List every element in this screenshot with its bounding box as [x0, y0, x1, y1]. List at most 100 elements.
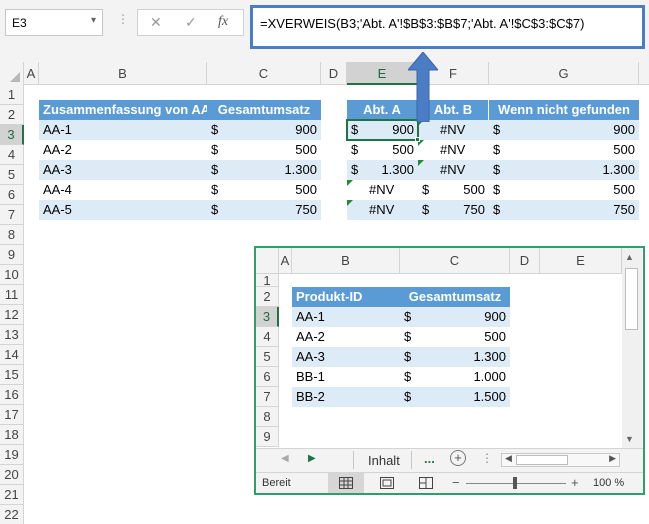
- page-break-icon[interactable]: [419, 477, 433, 492]
- vertical-scrollbar[interactable]: ▲ ▼: [622, 248, 642, 448]
- summary-id-cell[interactable]: AA-1: [39, 120, 207, 140]
- lookup-b-cell[interactable]: #NV: [418, 160, 489, 180]
- scroll-up-icon[interactable]: ▲: [625, 252, 634, 262]
- summary-header-id[interactable]: Zusammenfassung von AA: [39, 100, 207, 120]
- row-header-14[interactable]: 14: [0, 345, 24, 365]
- summary-total-cell[interactable]: $ 750: [207, 200, 321, 220]
- window-column-b[interactable]: B: [292, 248, 400, 274]
- lookup-fallback-cell[interactable]: $ 500: [489, 180, 639, 200]
- row-header-8[interactable]: 8: [0, 225, 24, 245]
- row-header-21[interactable]: 21: [0, 485, 24, 505]
- normal-view-icon[interactable]: [328, 473, 364, 493]
- summary-total-cell[interactable]: $ 900: [207, 120, 321, 140]
- zoom-slider-thumb[interactable]: [513, 477, 517, 489]
- zoom-level[interactable]: 100 %: [593, 477, 624, 489]
- summary-total-cell[interactable]: $ 500: [207, 140, 321, 160]
- row-header-17[interactable]: 17: [0, 405, 24, 425]
- prev-sheet-icon[interactable]: ◀: [281, 453, 289, 464]
- row-header-13[interactable]: 13: [0, 325, 24, 345]
- summary-id-cell[interactable]: AA-3: [39, 160, 207, 180]
- window-row-header-3[interactable]: 3: [256, 307, 279, 327]
- row-header-1[interactable]: 1: [0, 85, 24, 105]
- window-id-cell[interactable]: AA-3: [292, 347, 400, 367]
- column-header-a[interactable]: A: [24, 62, 39, 85]
- sheet-tab-inhalt[interactable]: Inhalt: [368, 453, 400, 468]
- summary-id-cell[interactable]: AA-2: [39, 140, 207, 160]
- scroll-left-icon[interactable]: ◀: [505, 453, 512, 464]
- column-header-g[interactable]: G: [489, 62, 639, 85]
- horizontal-scrollbar[interactable]: ◀ ▶: [501, 453, 620, 467]
- vertical-scroll-thumb[interactable]: [625, 268, 638, 330]
- row-header-6[interactable]: 6: [0, 185, 24, 205]
- more-sheets-button[interactable]: ...: [424, 451, 435, 466]
- fx-icon[interactable]: fx: [218, 14, 228, 30]
- window-row-header-8[interactable]: 8: [256, 407, 279, 427]
- window-row-header-5[interactable]: 5: [256, 347, 279, 367]
- column-header-d[interactable]: D: [321, 62, 347, 85]
- window-column-a[interactable]: A: [279, 248, 292, 274]
- window-id-cell[interactable]: BB-2: [292, 387, 400, 407]
- lookup-fallback-cell[interactable]: $ 750: [489, 200, 639, 220]
- row-header-7[interactable]: 7: [0, 205, 24, 225]
- lookup-a-cell[interactable]: #NV: [347, 180, 418, 200]
- horizontal-scroll-thumb[interactable]: [516, 455, 568, 465]
- summary-total-cell[interactable]: $ 1.300: [207, 160, 321, 180]
- zoom-out-button[interactable]: −: [452, 475, 460, 490]
- row-header-16[interactable]: 16: [0, 385, 24, 405]
- error-indicator-icon[interactable]: [418, 160, 424, 166]
- row-header-4[interactable]: 4: [0, 145, 24, 165]
- summary-total-cell[interactable]: $ 500: [207, 180, 321, 200]
- lookup-b-cell[interactable]: $ 750: [418, 200, 489, 220]
- lookup-b-cell[interactable]: #NV: [418, 120, 489, 140]
- row-header-10[interactable]: 10: [0, 265, 24, 285]
- formula-input[interactable]: =XVERWEIS(B3;'Abt. A'!$B$3:$B$7;'Abt. A'…: [250, 5, 645, 49]
- error-indicator-icon[interactable]: [347, 180, 353, 186]
- window-id-cell[interactable]: AA-1: [292, 307, 400, 327]
- lookup-fallback-cell[interactable]: $ 500: [489, 140, 639, 160]
- lookup-a-cell[interactable]: #NV: [347, 200, 418, 220]
- summary-id-cell[interactable]: AA-4: [39, 180, 207, 200]
- window-column-e[interactable]: E: [540, 248, 622, 274]
- error-indicator-icon[interactable]: [347, 200, 353, 206]
- add-sheet-icon[interactable]: +: [450, 450, 466, 466]
- row-header-3[interactable]: 3: [0, 125, 24, 145]
- lookup-a-cell[interactable]: $ 500: [347, 140, 418, 160]
- row-header-11[interactable]: 11: [0, 285, 24, 305]
- row-header-12[interactable]: 12: [0, 305, 24, 325]
- fill-handle[interactable]: [415, 137, 420, 142]
- window-row-header-7[interactable]: 7: [256, 387, 279, 407]
- lookup-b-cell[interactable]: $ 500: [418, 180, 489, 200]
- window-total-cell[interactable]: $ 500: [400, 327, 510, 347]
- row-header-5[interactable]: 5: [0, 165, 24, 185]
- row-header-19[interactable]: 19: [0, 445, 24, 465]
- window-row-header-4[interactable]: 4: [256, 327, 279, 347]
- enter-icon[interactable]: ✓: [185, 14, 197, 31]
- cancel-icon[interactable]: ✕: [150, 14, 162, 31]
- lookup-a-cell[interactable]: $ 1.300: [347, 160, 418, 180]
- zoom-in-button[interactable]: +: [571, 475, 579, 490]
- row-header-18[interactable]: 18: [0, 425, 24, 445]
- lookup-b-cell[interactable]: #NV: [418, 140, 489, 160]
- select-all-corner[interactable]: [0, 62, 24, 85]
- window-id-cell[interactable]: BB-1: [292, 367, 400, 387]
- row-header-22[interactable]: 22: [0, 505, 24, 524]
- column-header-c[interactable]: C: [207, 62, 321, 85]
- row-header-20[interactable]: 20: [0, 465, 24, 485]
- summary-id-cell[interactable]: AA-5: [39, 200, 207, 220]
- drag-handle-icon[interactable]: ⋮: [117, 12, 129, 26]
- window-column-d[interactable]: D: [510, 248, 540, 274]
- window-total-cell[interactable]: $ 900: [400, 307, 510, 327]
- window-total-cell[interactable]: $ 1.000: [400, 367, 510, 387]
- row-header-9[interactable]: 9: [0, 245, 24, 265]
- lookup-fallback-cell[interactable]: $ 1.300: [489, 160, 639, 180]
- window-column-c[interactable]: C: [400, 248, 510, 274]
- window-select-all[interactable]: [256, 248, 279, 274]
- drag-handle-icon[interactable]: ⋮: [481, 451, 493, 465]
- lookup-header-fallback[interactable]: Wenn nicht gefunden: [489, 100, 639, 120]
- window-total-cell[interactable]: $ 1.300: [400, 347, 510, 367]
- row-header-15[interactable]: 15: [0, 365, 24, 385]
- name-box[interactable]: E3 ▾: [5, 9, 103, 36]
- scroll-right-icon[interactable]: ▶: [609, 453, 616, 464]
- window-header-id[interactable]: Produkt-ID: [292, 287, 400, 307]
- window-row-header-2[interactable]: 2: [256, 287, 279, 307]
